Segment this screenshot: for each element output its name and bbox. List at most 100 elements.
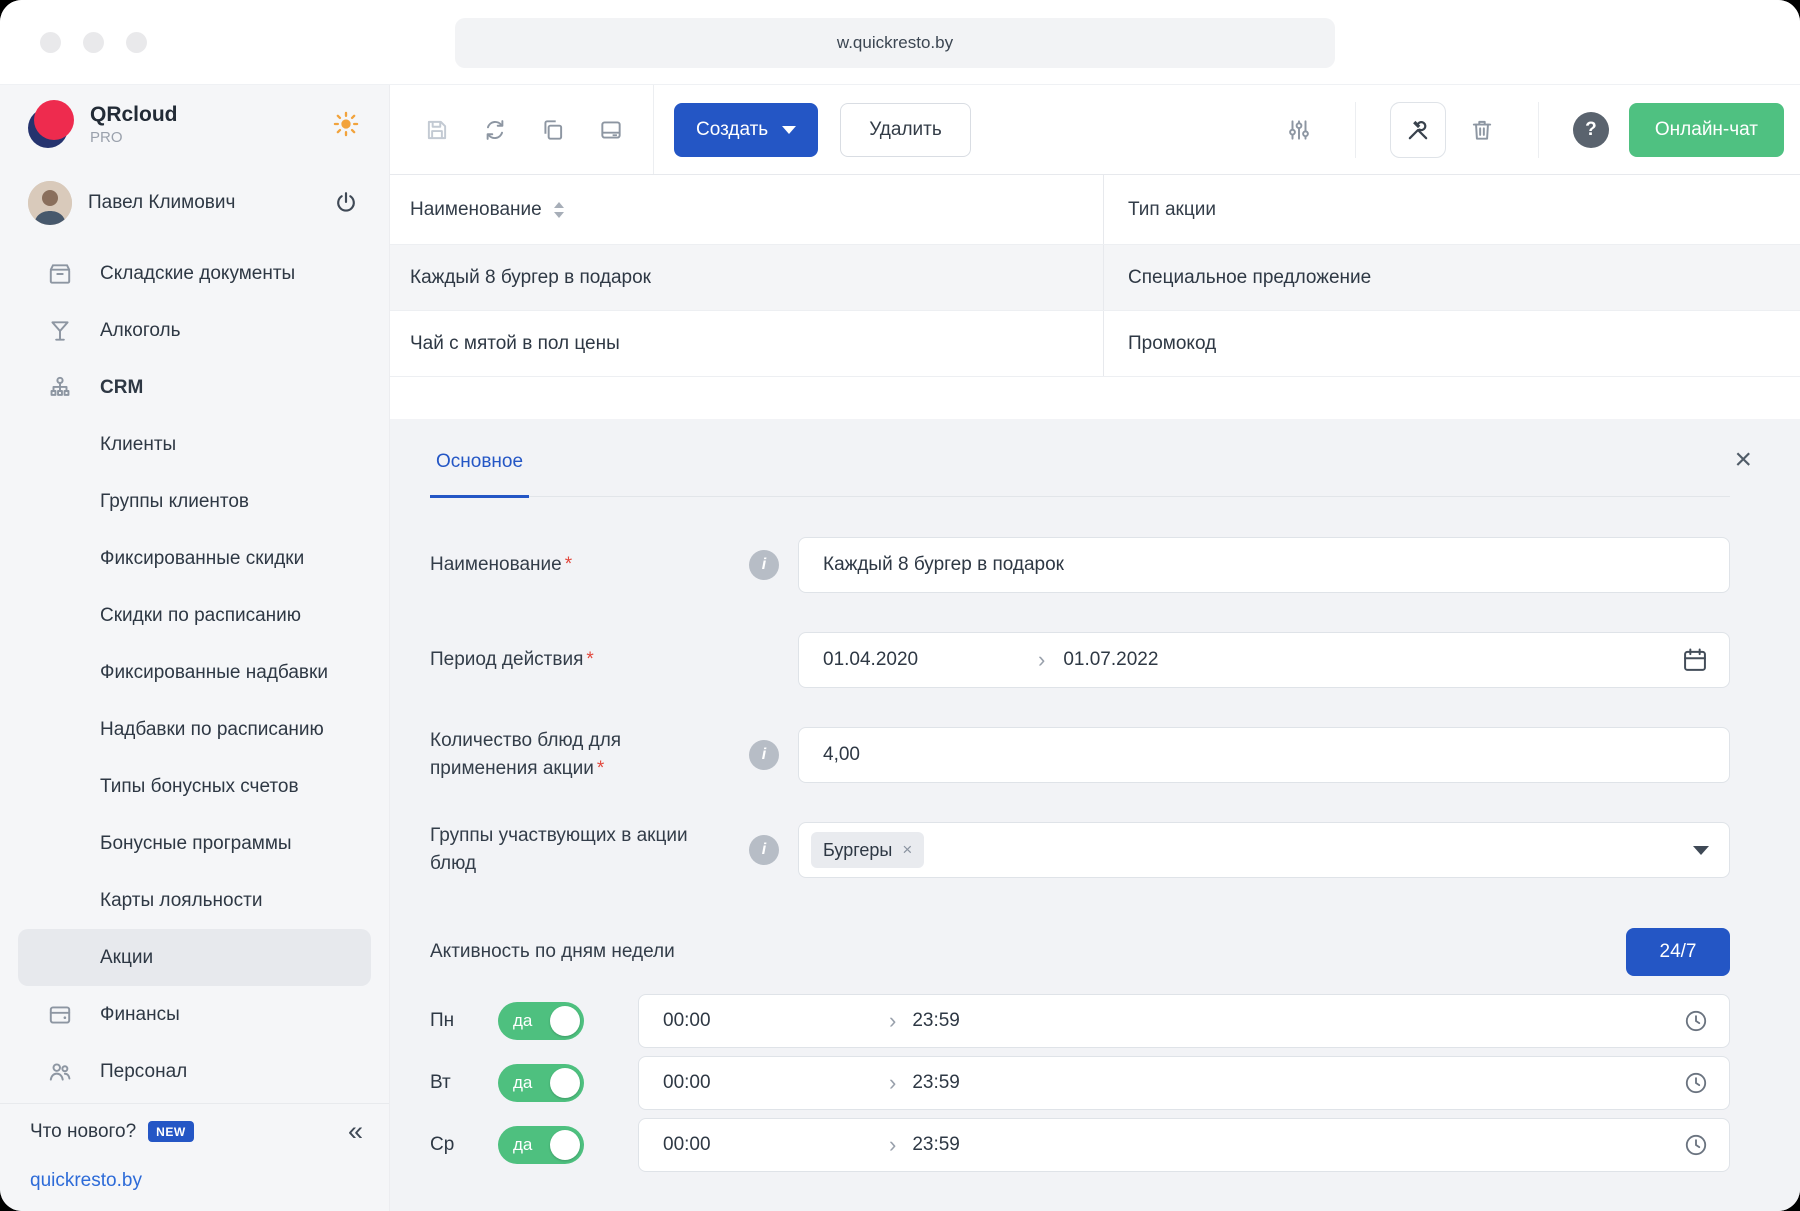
crm-icon	[45, 373, 75, 403]
address-bar[interactable]: w.quickresto.by	[455, 18, 1335, 68]
minimize-window-button[interactable]	[83, 32, 104, 53]
sidebar-item-bonus-account-types[interactable]: Типы бонусных счетов	[18, 758, 371, 815]
new-badge: NEW	[148, 1121, 194, 1142]
tools-icon	[1404, 116, 1432, 144]
sidebar-item-client-groups[interactable]: Группы клиентов	[18, 473, 371, 530]
online-chat-button[interactable]: Онлайн-чат	[1629, 103, 1784, 157]
range-arrow-icon: ›	[889, 1132, 896, 1158]
layout-button[interactable]	[589, 108, 633, 152]
clock-icon[interactable]	[1683, 1132, 1709, 1158]
sidebar-item-label: Фиксированные скидки	[100, 548, 304, 570]
create-button[interactable]: Создать	[674, 103, 818, 157]
tools-button[interactable]	[1390, 102, 1446, 158]
day-label: Пн	[430, 1010, 498, 1032]
theme-toggle-button[interactable]	[329, 107, 363, 141]
time-from-value[interactable]: 00:00	[663, 1134, 889, 1156]
sidebar-item-loyalty-cards[interactable]: Карты лояльности	[18, 872, 371, 929]
remove-tag-icon[interactable]: ×	[902, 840, 912, 860]
sidebar-item-fixed-markups[interactable]: Фиксированные надбавки	[18, 644, 371, 701]
user-row: Павел Климович	[0, 163, 389, 243]
time-to-value[interactable]: 23:59	[912, 1134, 960, 1156]
filter-columns-button[interactable]	[1277, 108, 1321, 152]
save-button[interactable]	[415, 108, 459, 152]
sidebar-item-crm[interactable]: CRM	[18, 359, 371, 416]
day-toggle[interactable]: да	[498, 1126, 584, 1164]
whats-new-link[interactable]: Что нового?	[30, 1121, 136, 1143]
info-icon[interactable]: i	[749, 740, 779, 770]
table-row[interactable]: Каждый 8 бургер в подарок Специальное пр…	[390, 245, 1800, 311]
period-range-input[interactable]: 01.04.2020 › 01.07.2022	[798, 632, 1730, 688]
column-header-type[interactable]: Тип акции	[1128, 199, 1216, 221]
help-button[interactable]: ?	[1573, 112, 1609, 148]
sidebar-item-alcohol[interactable]: Алкоголь	[18, 302, 371, 359]
staff-icon	[45, 1057, 75, 1087]
range-arrow-icon: ›	[1038, 647, 1045, 673]
range-arrow-icon: ›	[889, 1070, 896, 1096]
site-link[interactable]: quickresto.by	[30, 1170, 142, 1192]
day-toggle[interactable]: да	[498, 1002, 584, 1040]
detail-panel: Основное × Наименование* i Каждый 8 бург…	[390, 419, 1800, 1211]
time-to-value[interactable]: 23:59	[912, 1072, 960, 1094]
toolbar-divider	[1538, 102, 1539, 158]
sidebar-item-label: Группы клиентов	[100, 491, 249, 513]
delete-button[interactable]: Удалить	[840, 103, 971, 157]
sidebar-item-clients[interactable]: Клиенты	[18, 416, 371, 473]
trash-button[interactable]	[1460, 108, 1504, 152]
time-from-value[interactable]: 00:00	[663, 1010, 889, 1032]
day-toggle[interactable]: да	[498, 1064, 584, 1102]
trash-icon	[1469, 117, 1495, 143]
always-active-button[interactable]: 24/7	[1626, 928, 1730, 976]
form-row-period: Период действия* 01.04.2020 › 01.07.2022	[430, 632, 1730, 688]
close-window-button[interactable]	[40, 32, 61, 53]
day-row-tuesday: Вт да 00:00 › 23:59	[430, 1056, 1730, 1110]
info-icon[interactable]: i	[749, 835, 779, 865]
time-range-input[interactable]: 00:00 › 23:59	[638, 1056, 1730, 1110]
name-input[interactable]: Каждый 8 бургер в подарок	[798, 537, 1730, 593]
sidebar-item-scheduled-markups[interactable]: Надбавки по расписанию	[18, 701, 371, 758]
cell-promotion-name: Чай с мятой в пол цены	[390, 311, 1103, 376]
help-icon: ?	[1585, 119, 1597, 141]
sidebar-item-staff[interactable]: Персонал	[18, 1043, 371, 1100]
sidebar-item-promotions[interactable]: Акции	[18, 929, 371, 986]
dropdown-button[interactable]	[1693, 846, 1709, 855]
calendar-icon[interactable]	[1681, 646, 1709, 674]
toggle-knob	[550, 1068, 580, 1098]
time-from-value[interactable]: 00:00	[663, 1072, 889, 1094]
groups-field-label: Группы участвующих в акции блюд	[430, 825, 688, 874]
sidebar-item-finance[interactable]: Финансы	[18, 986, 371, 1043]
promotion-form: Наименование* i Каждый 8 бургер в подаро…	[430, 497, 1730, 1172]
refresh-button[interactable]	[473, 108, 517, 152]
collapse-sidebar-icon[interactable]: «	[348, 1118, 363, 1145]
sidebar-item-scheduled-discounts[interactable]: Скидки по расписанию	[18, 587, 371, 644]
time-range-input[interactable]: 00:00 › 23:59	[638, 994, 1730, 1048]
sidebar-item-warehouse-docs[interactable]: Складские документы	[18, 245, 371, 302]
clock-icon[interactable]	[1683, 1008, 1709, 1034]
sidebar-item-fixed-discounts[interactable]: Фиксированные скидки	[18, 530, 371, 587]
time-to-value[interactable]: 23:59	[912, 1010, 960, 1032]
info-icon[interactable]: i	[749, 550, 779, 580]
time-range-input[interactable]: 00:00 › 23:59	[638, 1118, 1730, 1172]
clock-icon[interactable]	[1683, 1070, 1709, 1096]
logout-button[interactable]	[329, 186, 363, 220]
martini-icon	[45, 316, 75, 346]
form-row-groups: Группы участвующих в акции блюд i Бургер…	[430, 822, 1730, 878]
user-avatar[interactable]	[28, 181, 72, 225]
sort-icon[interactable]	[554, 202, 564, 218]
period-to-value[interactable]: 01.07.2022	[1063, 649, 1158, 671]
table-row[interactable]: Чай с мятой в пол цены Промокод	[390, 311, 1800, 377]
copy-button[interactable]	[531, 108, 575, 152]
day-label: Ср	[430, 1134, 498, 1156]
period-from-value[interactable]: 01.04.2020	[823, 649, 1038, 671]
warehouse-icon	[45, 259, 75, 289]
groups-multiselect[interactable]: Бургеры ×	[798, 822, 1730, 878]
maximize-window-button[interactable]	[126, 32, 147, 53]
range-arrow-icon: ›	[889, 1008, 896, 1034]
browser-window: w.quickresto.by QRcloud PRO	[0, 0, 1800, 1211]
column-header-name[interactable]: Наименование	[410, 199, 542, 221]
user-name[interactable]: Павел Климович	[88, 192, 235, 214]
quantity-input[interactable]: 4,00	[798, 727, 1730, 783]
name-input-value: Каждый 8 бургер в подарок	[823, 554, 1064, 576]
tab-main[interactable]: Основное	[430, 451, 529, 498]
close-panel-button[interactable]: ×	[1734, 445, 1752, 475]
sidebar-item-bonus-programs[interactable]: Бонусные программы	[18, 815, 371, 872]
